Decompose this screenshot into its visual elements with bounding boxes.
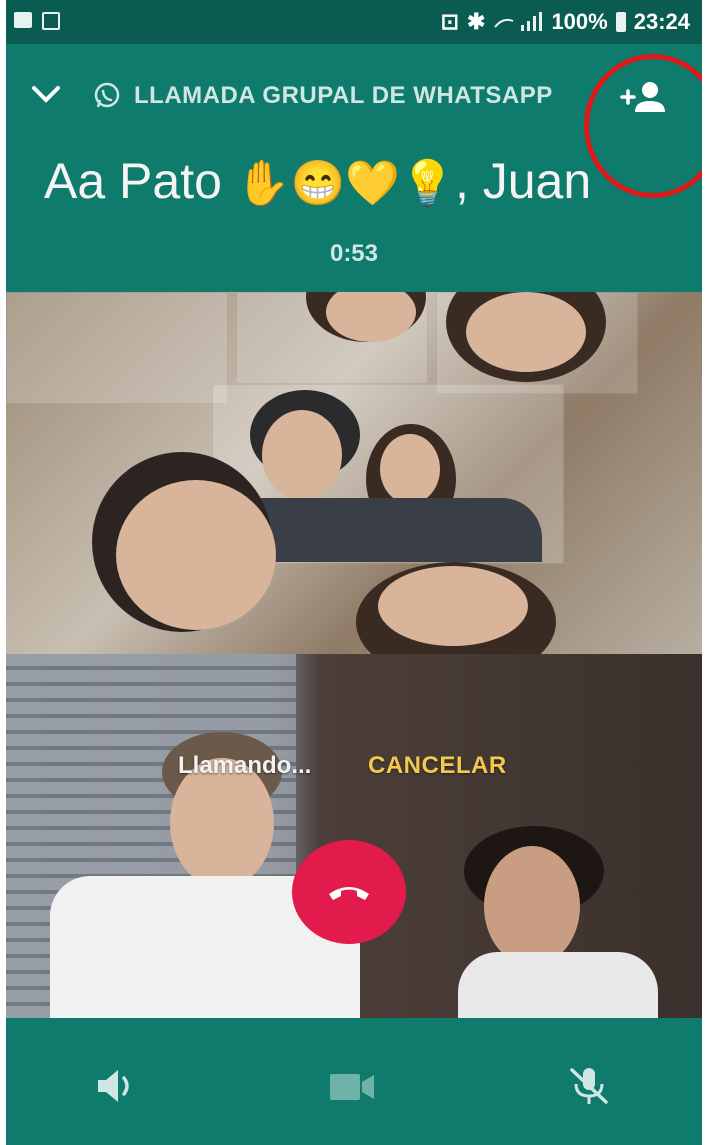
- participant-name: Aa Pato: [44, 153, 222, 209]
- face: [378, 566, 528, 646]
- shirt: [458, 952, 658, 1018]
- hangup-button[interactable]: [292, 840, 406, 944]
- call-screen: ⊡ ✱ 100% 23:24 LLAMADA GRUPAL DE WHATSAP…: [6, 0, 702, 1145]
- highlight-circle: [584, 54, 702, 198]
- folder-icon: [14, 12, 32, 28]
- battery-percent: 100%: [551, 9, 608, 34]
- call-duration: 0:53: [329, 240, 379, 267]
- status-bar: ⊡ ✱ 100% 23:24: [6, 0, 702, 44]
- face: [466, 292, 586, 372]
- call-status: Llamando...: [178, 752, 312, 779]
- participant-video-1: [6, 292, 702, 654]
- participant-video-2: Llamando... CANCELAR: [6, 654, 702, 1018]
- speaker-icon[interactable]: [94, 1066, 140, 1106]
- signal-icon: [494, 12, 543, 31]
- phone-hangup-icon: [329, 887, 369, 900]
- clock: 23:24: [633, 9, 690, 34]
- participant-emoji: ✋😁💛💡: [235, 159, 455, 208]
- chevron-down-icon[interactable]: [30, 82, 62, 106]
- call-header: LLAMADA GRUPAL DE WHATSAPP Aa Pato ✋😁💛💡,…: [6, 44, 702, 292]
- face: [380, 434, 440, 504]
- bluetooth-icon: ✱: [467, 9, 486, 34]
- face: [116, 480, 276, 630]
- participant-suffix: , Juan: [454, 153, 592, 209]
- call-type-label: LLAMADA GRUPAL DE WHATSAPP: [134, 82, 553, 109]
- collage-tile: [6, 292, 228, 404]
- face: [484, 846, 580, 966]
- checkbox-notification-icon: [42, 12, 60, 30]
- participants-title: Aa Pato ✋😁💛💡, Juan: [44, 152, 591, 210]
- video-camera-icon[interactable]: [328, 1066, 378, 1106]
- battery-icon: [615, 12, 626, 32]
- mic-off-icon[interactable]: [566, 1066, 612, 1106]
- cancel-button[interactable]: CANCELAR: [368, 752, 507, 780]
- call-controls: [6, 1018, 702, 1145]
- lock-icon: ⊡: [440, 9, 459, 34]
- whatsapp-icon: [94, 82, 120, 108]
- face: [262, 410, 342, 500]
